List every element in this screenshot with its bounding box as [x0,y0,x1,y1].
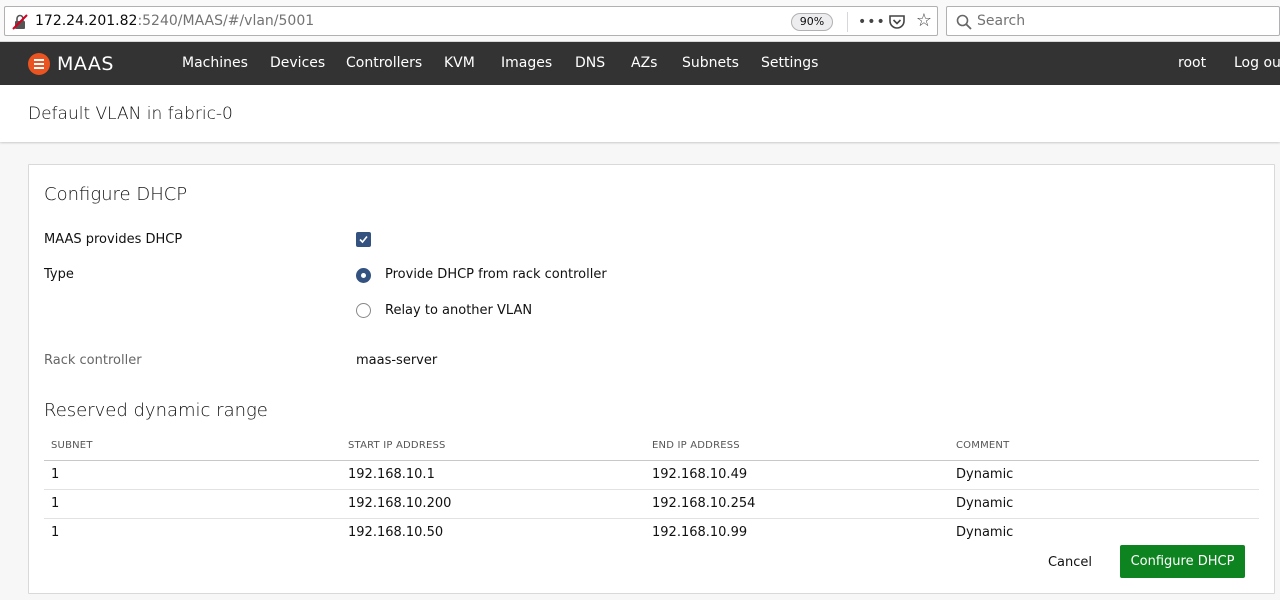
maas-logo-icon [28,53,50,75]
rack-controller-value: maas-server [356,353,438,368]
url-host: 172.24.201.82 [35,13,138,29]
cell-end-ip: 192.168.10.99 [652,525,748,541]
page-actions-more-icon[interactable]: ••• [858,12,885,32]
logo-text: MAAS [57,53,114,75]
maas-provides-dhcp-label: MAAS provides DHCP [44,232,183,247]
nav-logout-link[interactable]: Log out [1234,55,1280,71]
address-bar[interactable]: 172.24.201.82:5240/MAAS/#/vlan/5001 90% … [4,6,938,36]
cell-start-ip: 192.168.10.1 [341,460,645,490]
cell-comment: Dynamic [956,525,1014,541]
cell-comment: Dynamic [949,460,1259,490]
cell-end-ip: 192.168.10.49 [645,460,949,490]
configure-dhcp-heading: Configure DHCP [44,184,188,205]
radio-provide-dhcp-rack[interactable] [356,268,371,283]
column-header-comment: COMMENT [949,432,1259,461]
cell-start-ip: 192.168.10.200 [341,489,645,519]
reserved-range-table: SUBNET START IP ADDRESS END IP ADDRESS C… [44,432,1259,547]
table-header-row: SUBNET START IP ADDRESS END IP ADDRESS C… [44,432,1259,461]
browser-search-box[interactable] [946,6,1280,36]
browser-toolbar: 172.24.201.82:5240/MAAS/#/vlan/5001 90% … [0,0,1280,42]
search-icon [956,14,972,30]
reserved-dynamic-range-heading: Reserved dynamic range [44,400,268,421]
column-header-subnet: SUBNET [44,432,341,461]
nav-item-images[interactable]: Images [501,55,552,71]
cell-subnet: 1 [44,489,341,519]
page-title: Default VLAN in fabric-0 [28,104,233,124]
cell-subnet: 1 [51,525,60,541]
nav-item-devices[interactable]: Devices [270,55,325,71]
url-text[interactable]: 172.24.201.82:5240/MAAS/#/vlan/5001 [35,13,314,29]
nav-item-subnets[interactable]: Subnets [682,55,739,71]
cell-end-ip: 192.168.10.254 [645,489,949,519]
configure-dhcp-card: Configure DHCP MAAS provides DHCP Type P… [28,164,1275,594]
table-row: 1 192.168.10.200 192.168.10.254 Dynamic [44,489,1259,519]
checkmark-icon [359,235,368,244]
configure-dhcp-button[interactable]: Configure DHCP [1120,545,1245,578]
insecure-connection-icon[interactable] [11,13,29,31]
nav-item-kvm[interactable]: KVM [444,55,475,71]
url-path: :5240/MAAS/#/vlan/5001 [137,13,315,29]
zoom-level-badge[interactable]: 90% [791,13,833,31]
table-row: 1 192.168.10.50 192.168.10.99 Dynamic [44,518,1259,547]
nav-item-azs[interactable]: AZs [631,55,657,71]
radio-label-relay-another-vlan[interactable]: Relay to another VLAN [385,303,532,318]
cell-start-ip: 192.168.10.50 [348,525,444,541]
nav-item-dns[interactable]: DNS [575,55,605,71]
page-header: Default VLAN in fabric-0 [0,85,1280,142]
radio-label-provide-dhcp-rack[interactable]: Provide DHCP from rack controller [385,267,607,282]
cell-comment: Dynamic [949,489,1259,519]
column-header-start-ip: START IP ADDRESS [341,432,645,461]
nav-item-machines[interactable]: Machines [182,55,248,71]
pocket-icon[interactable] [887,12,907,32]
search-input[interactable] [977,11,1267,31]
address-bar-separator [847,12,848,32]
nav-item-controllers[interactable]: Controllers [346,55,422,71]
maas-logo[interactable]: MAAS [28,52,114,76]
column-header-end-ip: END IP ADDRESS [645,432,949,461]
maas-provides-dhcp-checkbox[interactable] [356,232,371,247]
table-row: 1 192.168.10.1 192.168.10.49 Dynamic [44,460,1259,490]
rack-controller-label: Rack controller [44,353,142,368]
cell-subnet: 1 [44,460,341,490]
nav-item-settings[interactable]: Settings [761,55,818,71]
radio-relay-another-vlan[interactable] [356,303,371,318]
bookmark-star-icon[interactable]: ☆ [913,10,935,32]
cancel-button[interactable]: Cancel [1032,546,1108,578]
nav-user-root[interactable]: root [1178,55,1206,71]
dhcp-type-label: Type [44,267,74,282]
main-navigation: MAAS Machines Devices Controllers KVM Im… [0,42,1280,85]
